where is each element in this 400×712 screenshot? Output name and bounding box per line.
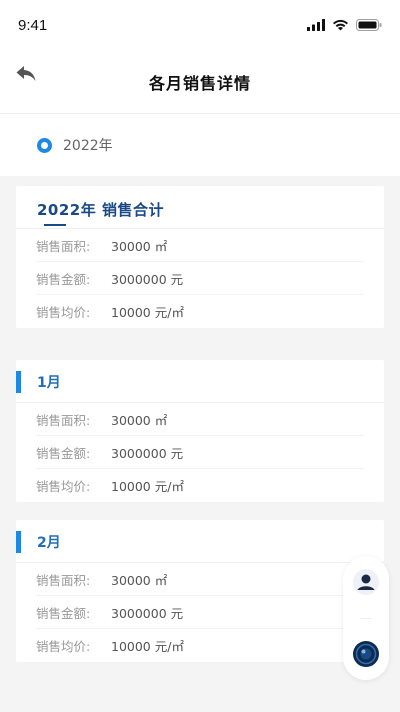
card-header: 1月: [16, 360, 384, 403]
panel-divider: [360, 618, 372, 619]
avg-price-row: 销售均价: 10000 元/㎡: [36, 629, 364, 662]
sales-amount-row: 销售金额: 3000000 元: [36, 596, 364, 629]
status-icons: [307, 19, 382, 31]
month-accent-bar: [16, 371, 21, 393]
title-underline: [44, 224, 66, 226]
row-value: 3000000 元: [111, 271, 184, 287]
avg-price-row: 销售均价: 10000 元/㎡: [36, 295, 364, 328]
total-sales-card: 2022年 销售合计 销售面积: 30000 ㎡ 销售金额: 3000000 元…: [16, 186, 384, 328]
row-value: 10000 元/㎡: [111, 639, 184, 654]
row-label: 销售面积:: [36, 572, 91, 588]
row-label: 销售金额:: [36, 271, 91, 287]
nav-bar: 各月销售详情: [0, 50, 400, 114]
row-label: 销售金额:: [36, 605, 91, 621]
row-value: 30000 ㎡: [111, 572, 168, 588]
sales-amount-row: 销售金额: 3000000 元: [36, 262, 364, 295]
row-label: 销售均价:: [36, 305, 91, 320]
back-button[interactable]: [14, 62, 38, 86]
sales-amount-row: 销售金额: 3000000 元: [36, 436, 364, 469]
row-value: 3000000 元: [111, 605, 184, 621]
sales-area-row: 销售面积: 30000 ㎡: [36, 403, 364, 436]
row-label: 销售面积:: [36, 412, 91, 428]
row-label: 销售均价:: [36, 639, 91, 654]
total-card-title: 2022年 销售合计: [37, 201, 164, 219]
back-arrow-icon: [16, 66, 36, 81]
assistant-button[interactable]: [352, 640, 380, 668]
row-label: 销售金额:: [36, 445, 91, 461]
user-avatar-icon: [353, 569, 379, 595]
year-label[interactable]: 2022年: [63, 135, 113, 155]
year-selector: 2022年: [0, 114, 400, 176]
row-label: 销售面积:: [36, 238, 91, 254]
user-avatar-button[interactable]: [352, 568, 380, 596]
avg-price-row: 销售均价: 10000 元/㎡: [36, 469, 364, 502]
row-value: 30000 ㎡: [111, 412, 168, 428]
row-value: 3000000 元: [111, 445, 184, 461]
month-title: 1月: [37, 375, 61, 391]
status-time: 9:41: [18, 16, 48, 34]
month-card-1: 1月 销售面积: 30000 ㎡ 销售金额: 3000000 元 销售均价: 1…: [16, 360, 384, 502]
card-header: 2月: [16, 520, 384, 563]
sales-area-row: 销售面积: 30000 ㎡: [36, 229, 364, 262]
row-value: 30000 ㎡: [111, 238, 168, 254]
battery-icon: [356, 19, 382, 31]
row-label: 销售均价:: [36, 479, 91, 494]
year-radio-selected[interactable]: [37, 137, 52, 153]
row-value: 10000 元/㎡: [111, 305, 184, 320]
card-header: 2022年 销售合计: [16, 186, 384, 229]
row-value: 10000 元/㎡: [111, 479, 184, 494]
signal-icon: [307, 19, 325, 31]
wifi-icon: [333, 19, 348, 31]
assistant-orb-icon: [353, 641, 379, 667]
status-bar: 9:41: [0, 0, 400, 50]
month-accent-bar: [16, 531, 21, 553]
month-title: 2月: [37, 535, 61, 551]
page-title: 各月销售详情: [148, 73, 251, 93]
sales-area-row: 销售面积: 30000 ㎡: [36, 563, 364, 596]
floating-action-panel: [343, 556, 389, 680]
month-card-2: 2月 销售面积: 30000 ㎡ 销售金额: 3000000 元 销售均价: 1…: [16, 520, 384, 662]
